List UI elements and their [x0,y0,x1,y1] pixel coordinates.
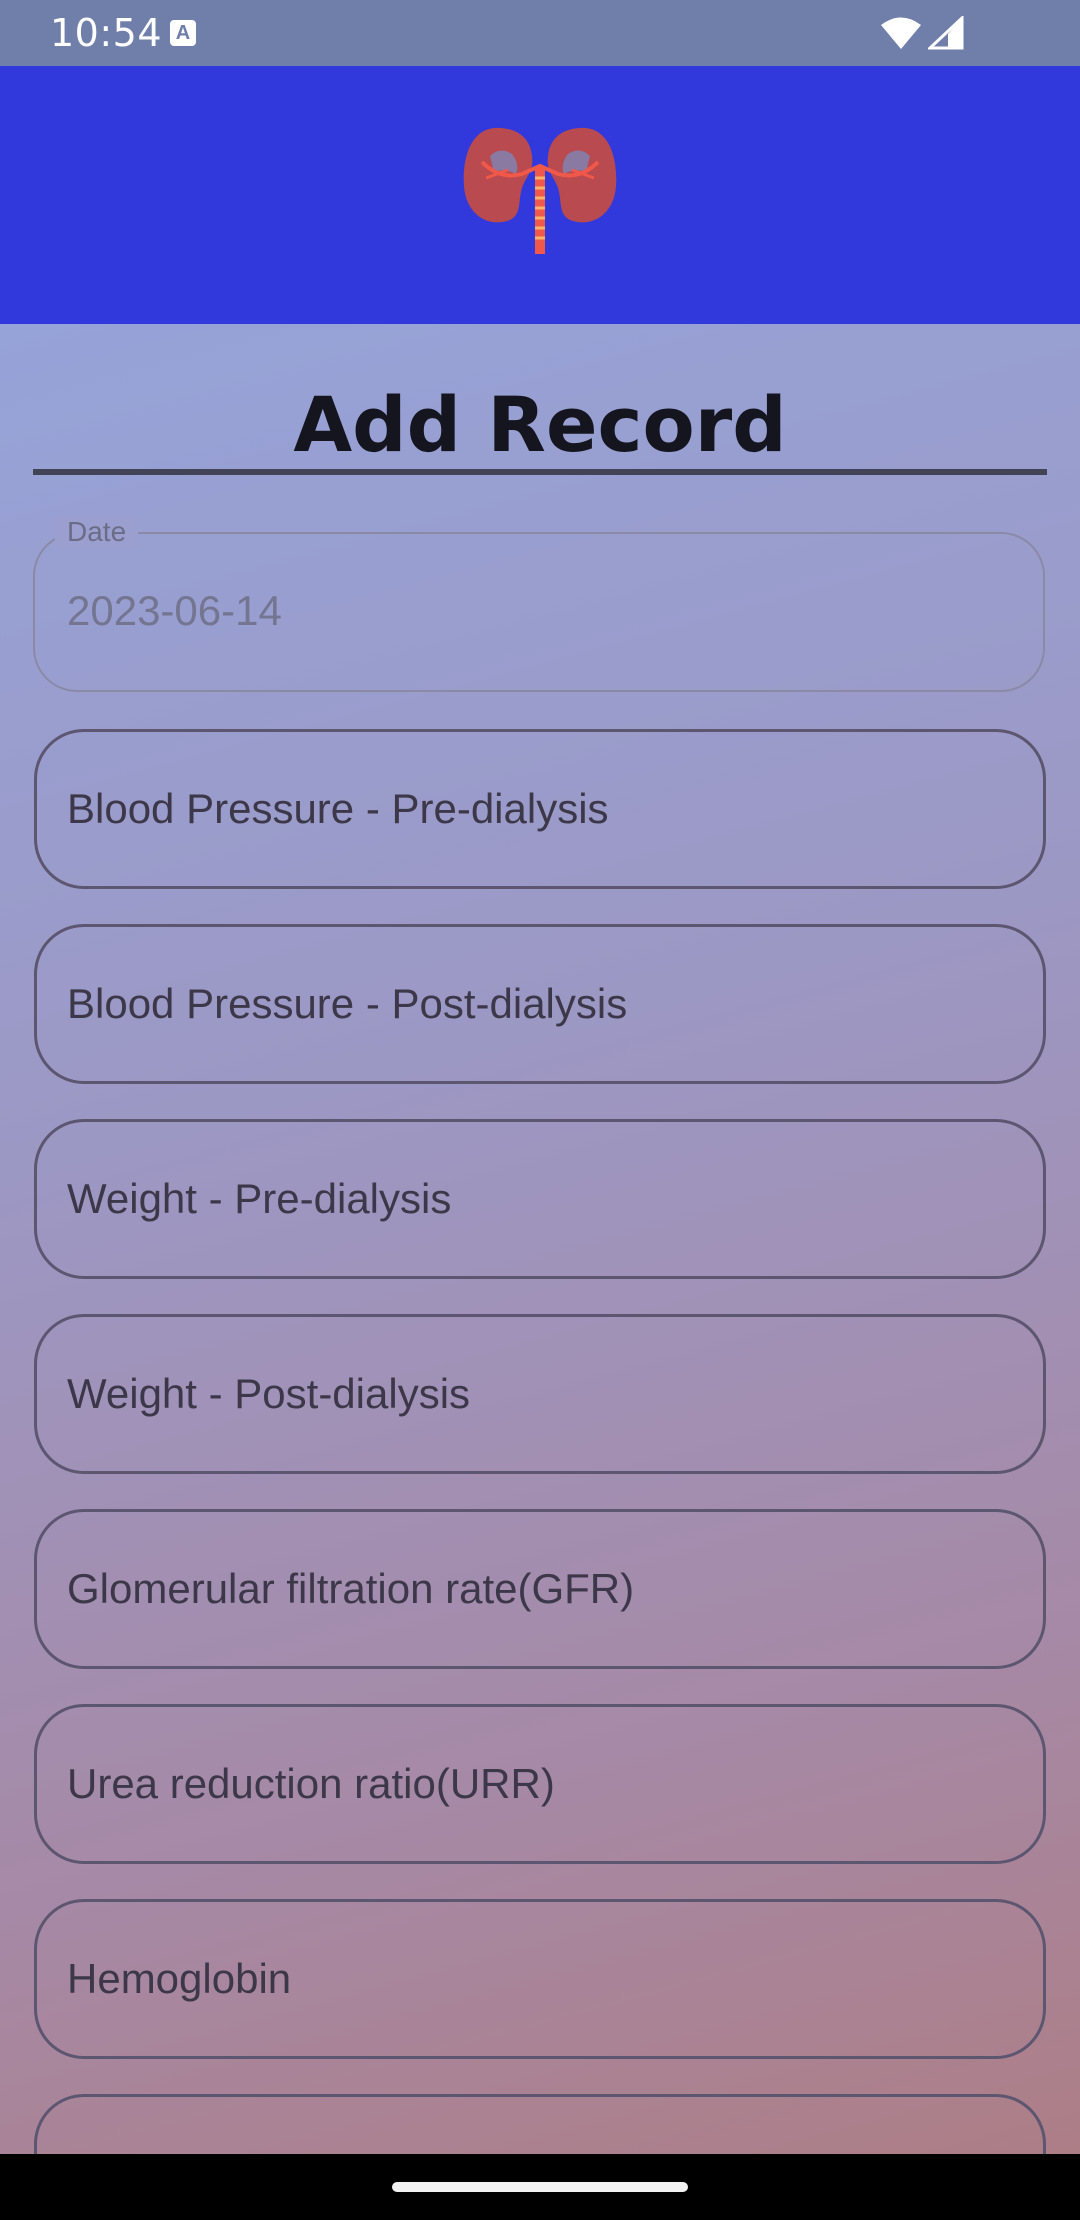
page-title: Add Record [293,380,787,469]
field-label: Weight - Pre-dialysis [67,1175,452,1222]
field-label: Blood Pressure - Post-dialysis [67,980,628,1027]
field-label: Blood Pressure - Pre-dialysis [67,785,609,832]
field-label: Glomerular filtration rate(GFR) [67,1565,635,1612]
next-field-partial[interactable] [34,2094,1046,2154]
weight-post-dialysis-field[interactable]: Weight - Post-dialysis [34,1314,1046,1474]
add-record-form: Add Record Date 2023-06-14 Blood Pressur… [0,324,1080,2154]
gfr-field[interactable]: Glomerular filtration rate(GFR) [34,1509,1046,1669]
date-field-label: Date [55,516,139,548]
status-time: 10:54 [50,11,163,55]
field-label: Hemoglobin [67,1955,292,2002]
bp-pre-dialysis-field[interactable]: Blood Pressure - Pre-dialysis [34,729,1046,889]
urr-field[interactable]: Urea reduction ratio(URR) [34,1704,1046,1864]
home-gesture-handle[interactable] [392,2182,688,2192]
date-field[interactable]: Date 2023-06-14 [33,516,1045,692]
field-label: Weight - Post-dialysis [67,1370,471,1417]
field-label: Urea reduction ratio(URR) [67,1760,555,1807]
notification-app-icon: A [170,20,196,46]
signal-icon [926,14,964,55]
date-field-value: 2023-06-14 [67,587,282,634]
wifi-icon [880,16,922,55]
status-bar: 10:54 A [0,0,1080,66]
weight-pre-dialysis-field[interactable]: Weight - Pre-dialysis [34,1119,1046,1279]
title-divider [33,469,1047,475]
kidneys-icon [460,116,620,261]
app-header [0,66,1080,324]
bp-post-dialysis-field[interactable]: Blood Pressure - Post-dialysis [34,924,1046,1084]
navigation-bar [0,2154,1080,2220]
hemoglobin-field[interactable]: Hemoglobin [34,1899,1046,2059]
